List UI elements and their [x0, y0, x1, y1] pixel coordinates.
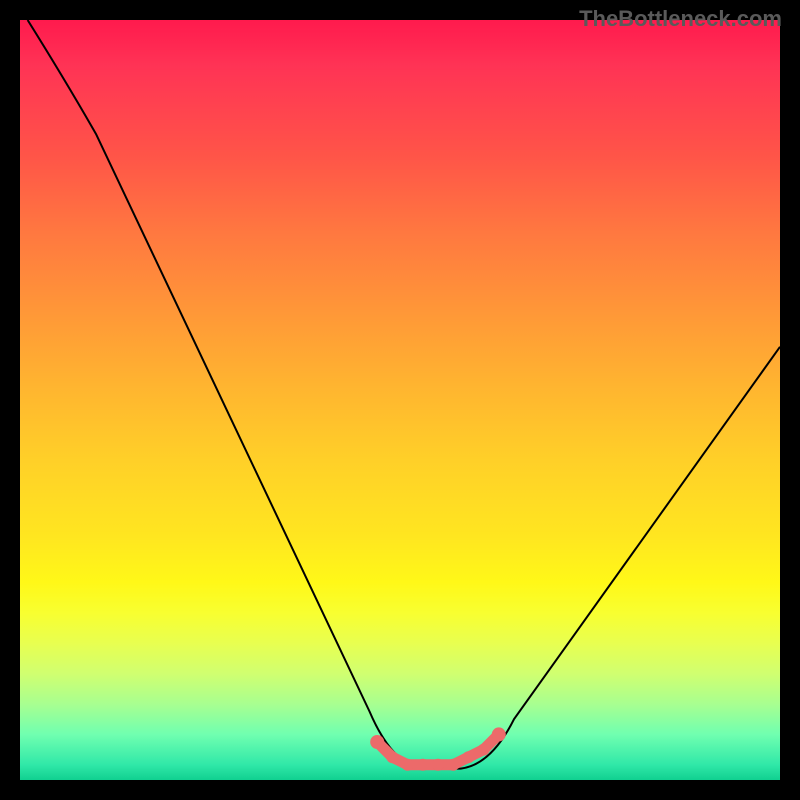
marker-point	[402, 759, 414, 771]
marker-point	[370, 735, 384, 749]
bottleneck-chart	[20, 20, 780, 780]
highlight-markers	[370, 727, 506, 770]
marker-point	[492, 727, 506, 741]
marker-point	[386, 751, 398, 763]
watermark-text: TheBottleneck.com	[579, 6, 782, 32]
marker-point	[447, 759, 459, 771]
curve-line	[28, 20, 780, 769]
marker-point	[417, 759, 429, 771]
marker-point	[478, 744, 490, 756]
marker-point	[432, 759, 444, 771]
marker-point	[462, 751, 474, 763]
